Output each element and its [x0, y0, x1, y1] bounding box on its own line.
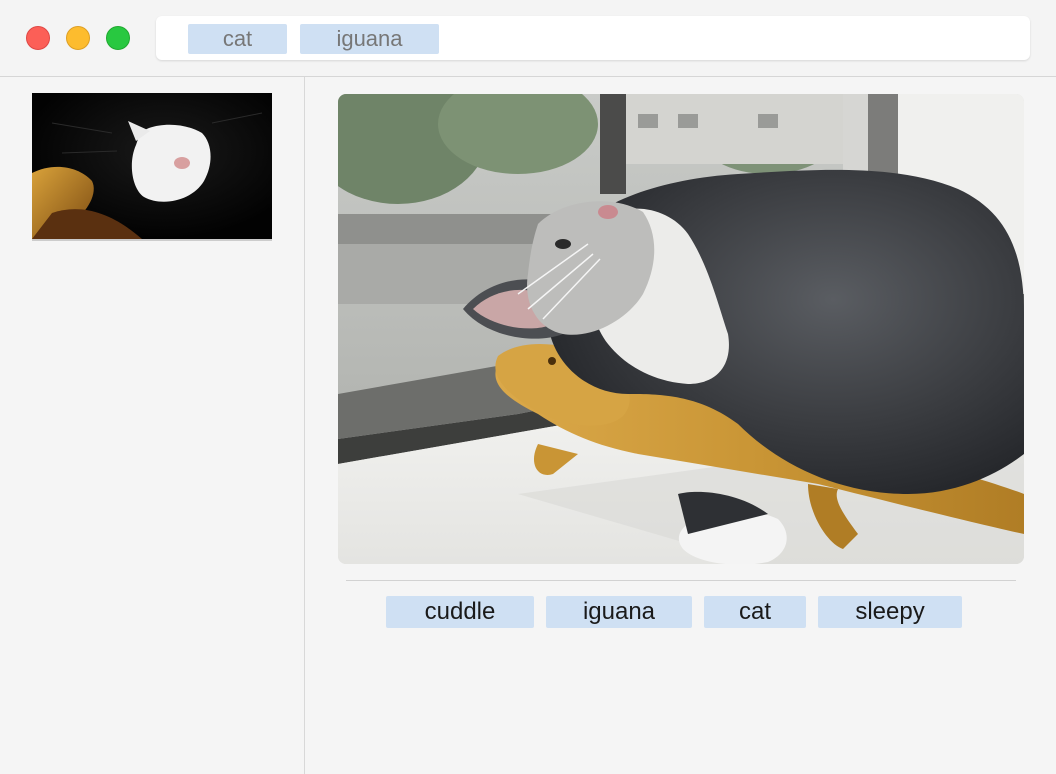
cat-iguana-photo: [338, 94, 1024, 564]
search-token-cat[interactable]: cat: [188, 24, 287, 54]
tag-iguana[interactable]: iguana: [546, 596, 692, 628]
tag-cuddle[interactable]: cuddle: [386, 596, 534, 628]
cat-thumbnail-image: [32, 93, 272, 239]
minimize-button[interactable]: [66, 26, 90, 50]
search-field[interactable]: cat iguana: [156, 16, 1030, 60]
main-panel: cuddle iguana cat sleepy: [305, 77, 1056, 774]
app-window: cat iguana cuddle iguana cat sleepy: [0, 0, 1056, 774]
main-image: [338, 94, 1024, 564]
search-token-iguana[interactable]: iguana: [300, 24, 439, 54]
tag-sleepy[interactable]: sleepy: [818, 596, 962, 628]
results-sidebar: [0, 77, 305, 774]
result-thumbnail[interactable]: [32, 93, 272, 241]
tag-cat[interactable]: cat: [704, 596, 806, 628]
zoom-button[interactable]: [106, 26, 130, 50]
close-button[interactable]: [26, 26, 50, 50]
divider: [346, 580, 1016, 581]
title-bar: cat iguana: [0, 0, 1056, 77]
